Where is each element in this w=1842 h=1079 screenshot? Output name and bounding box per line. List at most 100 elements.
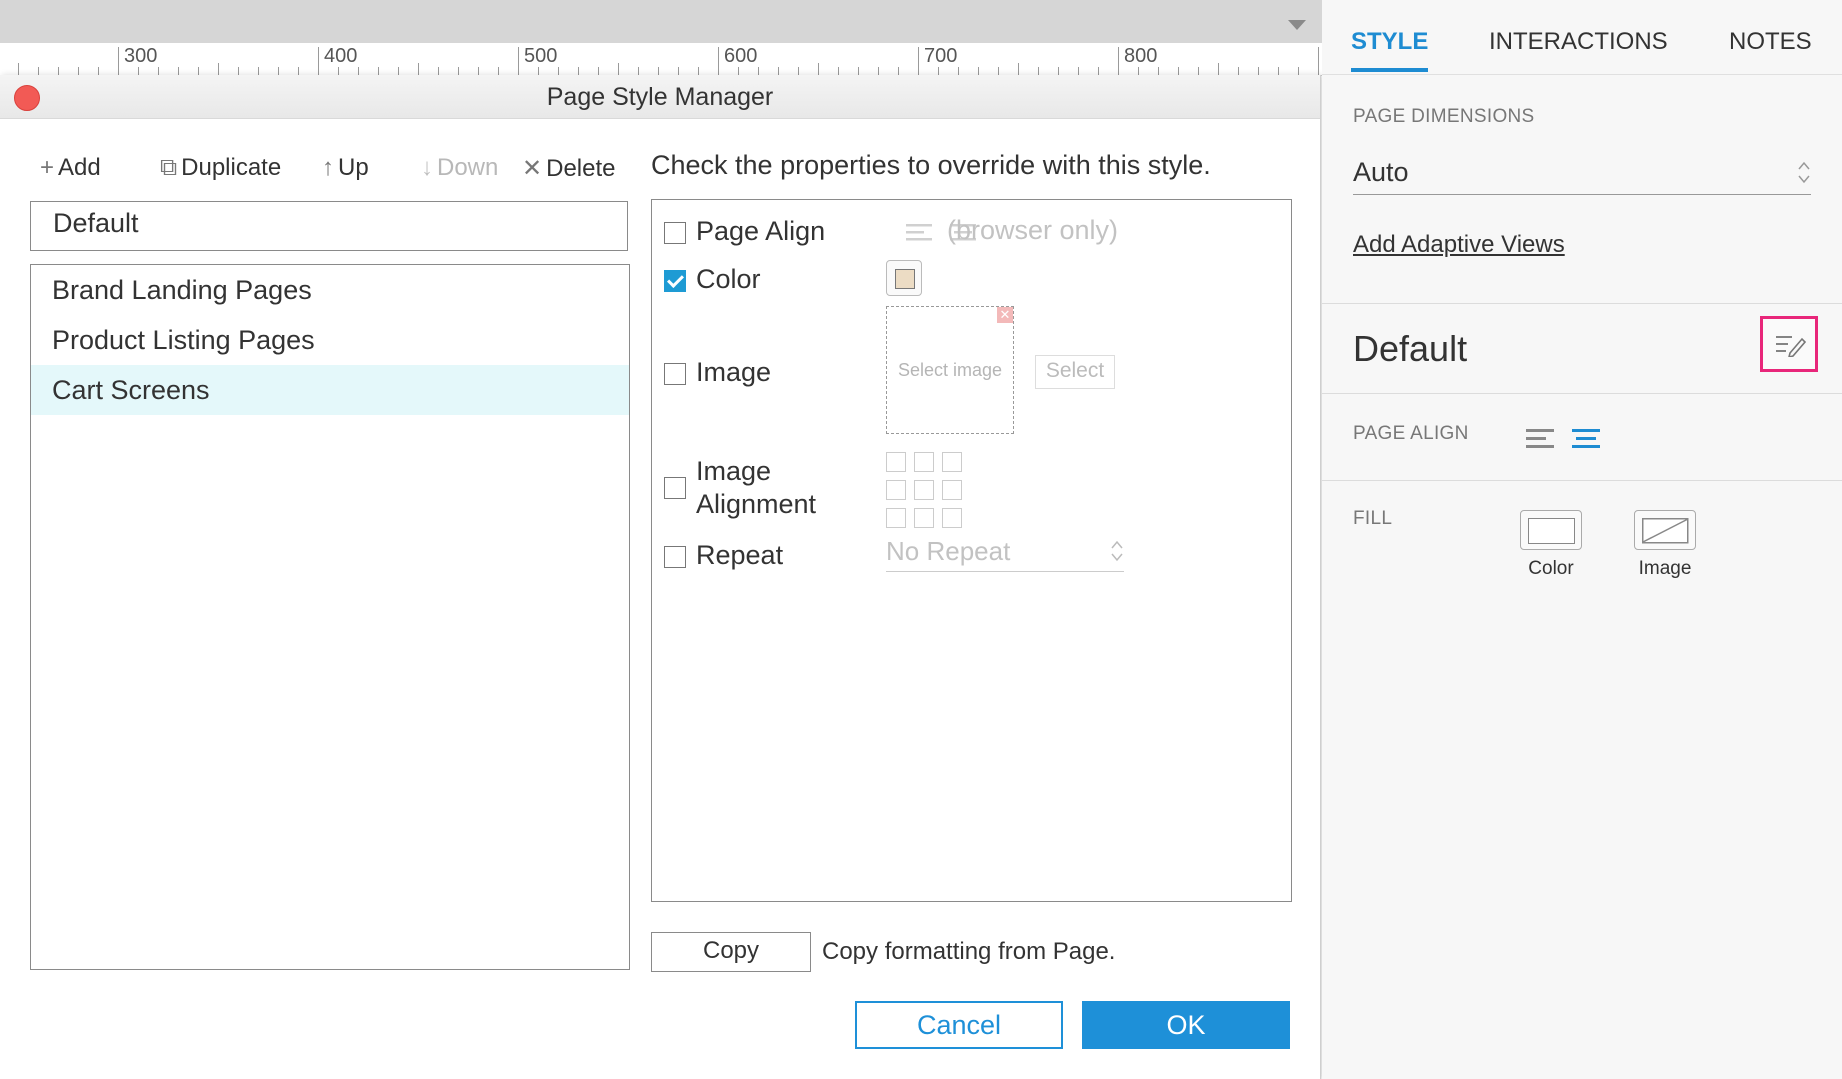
select-image-button[interactable]: Select (1035, 355, 1115, 389)
ruler-tick (178, 67, 179, 75)
image-alignment-label-1: Image (696, 456, 772, 486)
tab-style[interactable]: STYLE (1351, 28, 1429, 72)
ruler-tick (358, 67, 359, 75)
delete-button[interactable]: ✕ Delete (522, 154, 615, 183)
up-label: Up (338, 154, 369, 181)
page-align-label: Page Align (696, 216, 826, 246)
browser-only-note: (browser only) (947, 215, 1119, 245)
delete-label: Delete (546, 154, 616, 182)
repeat-checkbox[interactable] (664, 546, 686, 568)
align-top-right[interactable] (942, 452, 962, 472)
align-middle-left[interactable] (886, 480, 906, 500)
color-checkbox[interactable] (664, 270, 686, 292)
align-bottom-center[interactable] (914, 508, 934, 528)
list-item[interactable]: Brand Landing Pages (31, 265, 629, 315)
ruler-tick (838, 67, 839, 75)
default-style-item[interactable]: Default (30, 201, 628, 251)
ruler-tick (1038, 67, 1039, 75)
fill-color-label: Color (1528, 558, 1574, 579)
align-center-icon[interactable] (1572, 429, 1602, 449)
repeat-label: Repeat (696, 540, 784, 570)
ruler-tick (598, 67, 599, 75)
ruler-label: 400 (324, 45, 358, 67)
ruler-tick (1058, 67, 1059, 75)
image-checkbox[interactable] (664, 363, 686, 385)
ruler-label: 800 (1124, 45, 1158, 67)
edit-icon (1776, 336, 1806, 357)
ok-button[interactable]: OK (1082, 1001, 1290, 1049)
image-drop-area[interactable]: Select image ✕ (886, 306, 1014, 434)
add-button[interactable]: + Add (40, 154, 101, 182)
list-item[interactable]: Product Listing Pages (31, 315, 629, 365)
image-placeholder-icon (1642, 518, 1689, 544)
ruler-tick (418, 63, 419, 75)
ruler-tick (998, 67, 999, 75)
ruler-tick (518, 47, 519, 75)
align-left-icon[interactable] (1526, 429, 1556, 449)
ruler-tick (1118, 47, 1119, 75)
chevron-up-down-icon (1798, 161, 1810, 184)
page-dimensions-value: Auto (1353, 157, 1409, 187)
align-top-left[interactable] (886, 452, 906, 472)
cancel-button[interactable]: Cancel (855, 1001, 1063, 1049)
ruler-tick (238, 67, 239, 75)
ruler-tick (638, 67, 639, 75)
ruler-tick (858, 67, 859, 75)
ruler-tick (18, 63, 19, 75)
copy-formatting-text: Copy formatting from Page. (822, 938, 1116, 965)
fill-color-button[interactable] (1520, 510, 1582, 550)
align-middle-center[interactable] (914, 480, 934, 500)
align-middle-right[interactable] (942, 480, 962, 500)
page-align-checkbox[interactable] (664, 222, 686, 244)
align-top-center[interactable] (914, 452, 934, 472)
color-label: Color (696, 264, 761, 294)
align-bottom-left[interactable] (886, 508, 906, 528)
fill-label: FILL (1353, 508, 1393, 529)
ruler-tick (1258, 67, 1259, 75)
ruler-tick (678, 67, 679, 75)
ruler-tick (478, 67, 479, 75)
ruler-tick (558, 67, 559, 75)
inspector-tabs: STYLE INTERACTIONS NOTES (1322, 0, 1842, 75)
ruler-tick (938, 67, 939, 75)
ruler-tick (538, 67, 539, 75)
right-inspector-panel: STYLE INTERACTIONS NOTES PAGE DIMENSIONS… (1322, 0, 1842, 1079)
up-button[interactable]: ↑ Up (322, 154, 369, 182)
remove-image-icon[interactable]: ✕ (997, 307, 1013, 323)
ruler-tick (878, 67, 879, 75)
tab-notes[interactable]: NOTES (1729, 28, 1812, 56)
down-button[interactable]: ↓ Down (421, 154, 498, 182)
repeat-select[interactable]: No Repeat (886, 534, 1124, 572)
duplicate-button[interactable]: ⧉ Duplicate (160, 154, 281, 182)
image-alignment-checkbox[interactable] (664, 477, 686, 499)
properties-panel: Page Align (browser only) Color Image Se… (651, 199, 1292, 902)
ruler-tick (58, 67, 59, 75)
image-placeholder: Select image (897, 360, 1003, 380)
ruler-tick (1178, 67, 1179, 75)
ruler-tick (498, 67, 499, 75)
ruler-tick (778, 67, 779, 75)
list-item-selected[interactable]: Cart Screens (31, 365, 629, 415)
edit-style-button[interactable] (1760, 316, 1818, 372)
color-swatch (895, 269, 915, 289)
style-name: Default (1353, 328, 1468, 369)
ruler-tick (78, 67, 79, 75)
ruler-tick (658, 67, 659, 75)
page-align-label: PAGE ALIGN (1353, 423, 1469, 444)
horizontal-ruler: 300 400 500 600 700 800 (0, 43, 1322, 76)
ruler-tick (1078, 67, 1079, 75)
page-dimensions-select[interactable]: Auto (1353, 155, 1811, 195)
add-adaptive-views-link[interactable]: Add Adaptive Views (1353, 231, 1565, 259)
ruler-tick (918, 47, 919, 75)
tab-interactions[interactable]: INTERACTIONS (1489, 28, 1668, 56)
color-picker-button[interactable] (886, 260, 922, 296)
chevron-down-icon[interactable] (1288, 20, 1306, 30)
divider (1322, 303, 1842, 304)
align-bottom-right[interactable] (942, 508, 962, 528)
arrow-down-icon: ↓ (421, 154, 433, 181)
divider (1322, 393, 1842, 394)
copy-button[interactable]: Copy (651, 932, 811, 972)
fill-image-button[interactable] (1634, 510, 1696, 550)
ruler-label: 300 (124, 45, 158, 67)
ruler-tick (38, 67, 39, 75)
